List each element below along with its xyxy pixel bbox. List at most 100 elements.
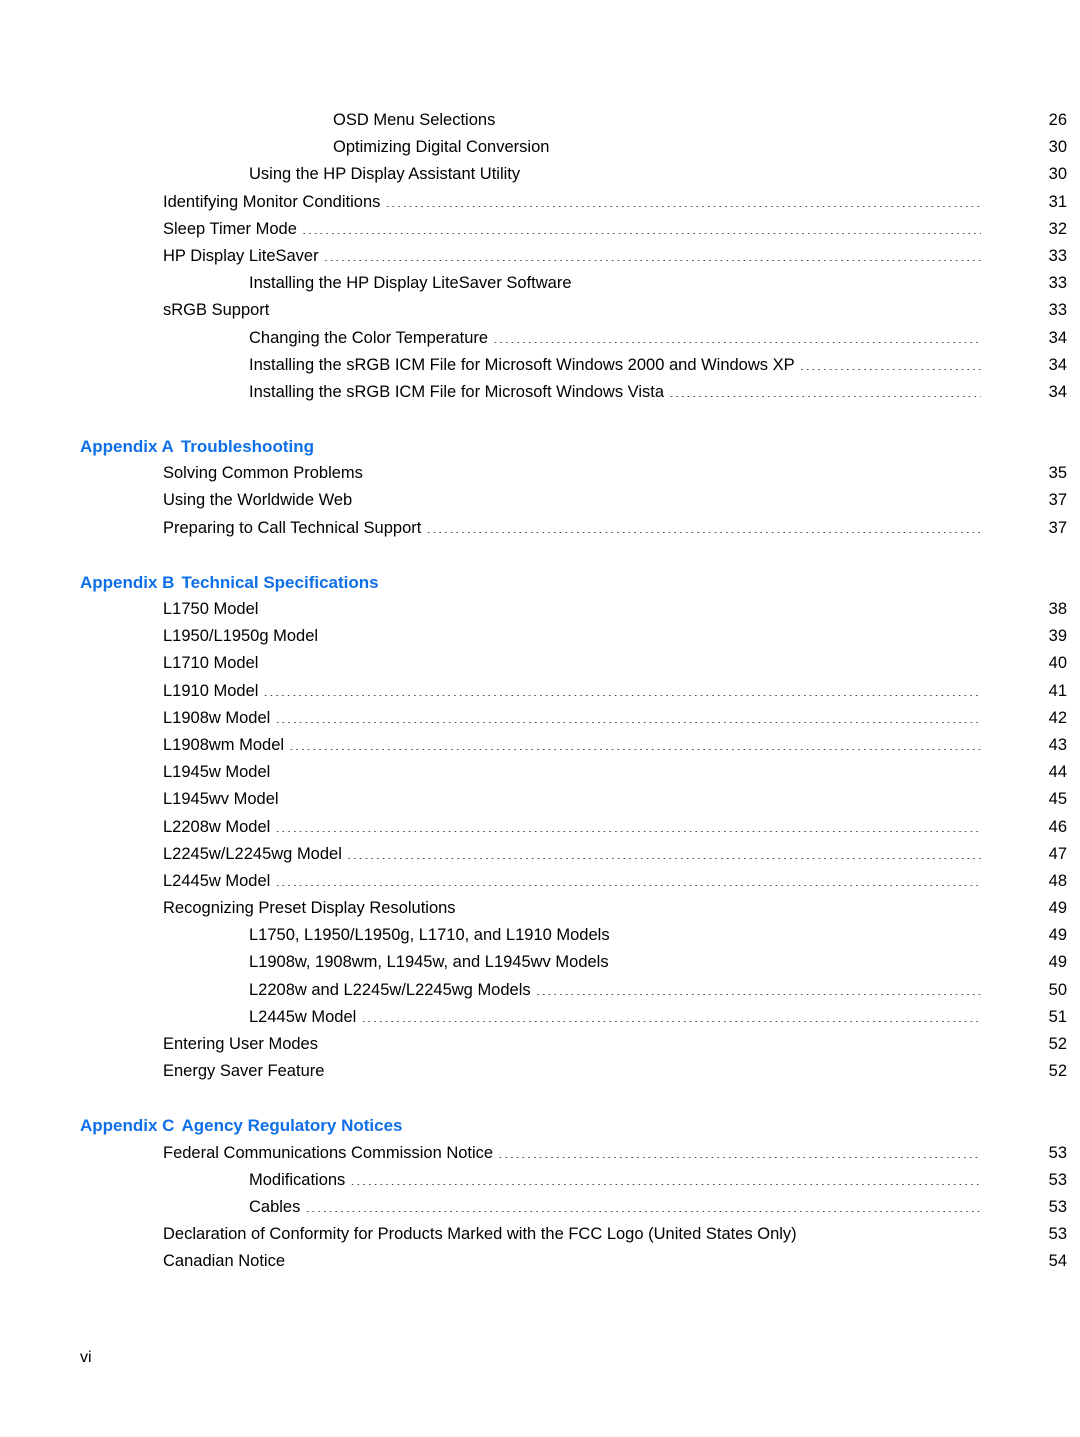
toc-entry-title: Entering User Modes	[163, 1035, 318, 1053]
toc-entry[interactable]: L1910 Model 41	[0, 678, 1080, 705]
toc-entry-title: HP Display LiteSaver	[163, 246, 319, 265]
toc-entry[interactable]: Installing the HP Display LiteSaver Soft…	[0, 270, 1080, 297]
toc-leader-dots	[493, 326, 981, 343]
toc-leader-dots	[385, 190, 981, 207]
toc-entry[interactable]: OSD Menu Selections 26	[0, 107, 1080, 134]
toc-leader-dots	[329, 1060, 981, 1077]
toc-entry-title: Canadian Notice	[163, 1252, 285, 1271]
toc-entry[interactable]: L1945wv Model 45	[0, 786, 1080, 813]
toc-entry[interactable]: Declaration of Conformity for Products M…	[0, 1221, 1080, 1248]
toc-entry-page-number: 37	[1048, 491, 1067, 510]
appendix-label: Appendix B	[80, 572, 175, 592]
toc-entry-page-number: 34	[1048, 328, 1067, 347]
toc-entry-title: L1750, L1950/L1950g, L1710, and L1910 Mo…	[249, 926, 610, 945]
toc-entry-page-number: 52	[1048, 1062, 1067, 1081]
appendix-heading: Appendix C Agency Regulatory Notices	[0, 1112, 1080, 1139]
toc-entry[interactable]: Entering User Modes 52	[0, 1031, 1080, 1058]
toc-entry[interactable]: Using the HP Display Assistant Utility 30	[0, 161, 1080, 188]
toc-entry-title: L1908wm Model	[163, 735, 285, 754]
toc-entry[interactable]: L1945w Model 44	[0, 759, 1080, 786]
toc-entry[interactable]: Sleep Timer Mode 32	[0, 216, 1080, 243]
toc-entry-title: Installing the sRGB ICM File for Microso…	[249, 382, 665, 401]
toc-entry[interactable]: Optimizing Digital Conversion 30	[0, 134, 1080, 161]
toc-entry-page-number: 54	[1048, 1252, 1067, 1271]
toc-entry[interactable]: sRGB Support 33	[0, 297, 1080, 324]
toc-leader-dots	[347, 842, 981, 859]
toc-entry[interactable]: L1950/L1950g Model 39	[0, 623, 1080, 650]
toc-entry[interactable]: Preparing to Call Technical Support 37	[0, 515, 1080, 542]
toc-entry-title: L1908w Model	[163, 708, 271, 727]
toc-entry-page-number: 37	[1048, 518, 1067, 537]
toc-entry-page-number: 44	[1048, 763, 1067, 782]
toc-entry[interactable]: L1750, L1950/L1950g, L1710, and L1910 Mo…	[0, 922, 1080, 949]
toc-leader-dots	[305, 1195, 981, 1212]
toc-entry[interactable]: L1908w Model 42	[0, 705, 1080, 732]
appendix-label: Appendix C	[80, 1116, 175, 1136]
toc-entry[interactable]: L1908wm Model 43	[0, 732, 1080, 759]
toc-leader-dots	[275, 761, 981, 778]
toc-entry[interactable]: Canadian Notice 54	[0, 1248, 1080, 1275]
toc-entry[interactable]: Using the Worldwide Web 37	[0, 487, 1080, 514]
toc-entry[interactable]: Federal Communications Commission Notice…	[0, 1140, 1080, 1167]
toc-entry-page-number: 34	[1048, 355, 1067, 374]
toc-leader-dots	[263, 679, 981, 696]
toc-entry[interactable]: L2245w/L2245wg Model 47	[0, 841, 1080, 868]
toc-entry[interactable]: L1908w, 1908wm, L1945w, and L1945wv Mode…	[0, 949, 1080, 976]
toc-leader-dots	[323, 625, 981, 642]
toc-entry-title: Installing the sRGB ICM File for Microso…	[249, 355, 795, 374]
toc-entry[interactable]: Installing the sRGB ICM File for Microso…	[0, 379, 1080, 406]
toc-entry-title: Federal Communications Commission Notice	[163, 1143, 494, 1162]
toc-leader-dots	[426, 516, 981, 533]
toc-entry[interactable]: Energy Saver Feature 52	[0, 1058, 1080, 1085]
toc-entry[interactable]: Identifying Monitor Conditions 31	[0, 189, 1080, 216]
toc-entry[interactable]: L1710 Model 40	[0, 650, 1080, 677]
toc-entry[interactable]: L2445w Model 48	[0, 868, 1080, 895]
toc-leader-dots	[274, 299, 981, 316]
toc-entry-page-number: 40	[1048, 654, 1067, 673]
toc-entry-title: Optimizing Digital Conversion	[333, 138, 550, 157]
toc-entry[interactable]: Cables 53	[0, 1194, 1080, 1221]
toc-entry-title: L2445w Model	[163, 871, 271, 890]
toc-entry-title: Using the HP Display Assistant Utility	[249, 165, 521, 184]
toc-entry[interactable]: L2208w and L2245w/L2245wg Models 50	[0, 977, 1080, 1004]
toc-entry-title: Modifications	[249, 1170, 346, 1189]
toc-entry[interactable]: Installing the sRGB ICM File for Microso…	[0, 352, 1080, 379]
toc-entry-page-number: 50	[1048, 980, 1067, 999]
toc-entry-page-number: 31	[1048, 192, 1067, 211]
toc-entry[interactable]: Recognizing Preset Display Resolutions 49	[0, 895, 1080, 922]
toc-leader-dots	[284, 788, 981, 805]
toc-entry[interactable]: Changing the Color Temperature 34	[0, 325, 1080, 352]
toc-entry-title: L1710 Model	[163, 654, 259, 673]
toc-entry-title: L1910 Model	[163, 681, 259, 700]
toc-entry[interactable]: Modifications 53	[0, 1167, 1080, 1194]
toc-entry-title: Installing the HP Display LiteSaver Soft…	[249, 274, 572, 293]
toc-entry-page-number: 48	[1048, 871, 1067, 890]
toc-leader-dots	[614, 951, 981, 968]
toc-entry[interactable]: L2445w Model 51	[0, 1004, 1080, 1031]
toc-leader-dots	[500, 109, 981, 126]
toc-entry-title: Energy Saver Feature	[163, 1062, 325, 1081]
toc-entry[interactable]: L2208w Model 46	[0, 814, 1080, 841]
toc-entry[interactable]: L1750 Model 38	[0, 596, 1080, 623]
toc-entry-title: Using the Worldwide Web	[163, 491, 353, 510]
toc-leader-dots	[275, 706, 981, 723]
toc-entry-title: Solving Common Problems	[163, 464, 363, 483]
appendix-label: Appendix A	[80, 437, 174, 457]
toc-entry-title: Changing the Color Temperature	[249, 328, 489, 347]
toc-entry-title: L2445w Model	[249, 1007, 357, 1026]
toc-leader-dots	[361, 1005, 981, 1022]
toc-leader-dots	[263, 652, 981, 669]
toc-leader-dots	[525, 163, 981, 180]
toc-entry[interactable]: HP Display LiteSaver 33	[0, 243, 1080, 270]
toc-entry-page-number: 51	[1048, 1007, 1067, 1026]
toc-leader-dots	[357, 489, 981, 506]
toc-entry-title: OSD Menu Selections	[333, 111, 496, 129]
toc-entry[interactable]: Solving Common Problems 35	[0, 460, 1080, 487]
toc-entry-title: L2245w/L2245wg Model	[163, 844, 342, 863]
toc-leader-dots	[263, 598, 981, 615]
toc-entry-page-number: 52	[1048, 1035, 1067, 1053]
toc-leader-dots	[275, 869, 981, 886]
toc-leader-dots	[615, 924, 981, 941]
toc-entry-page-number: 33	[1048, 301, 1067, 320]
toc-entry-title: L2208w and L2245w/L2245wg Models	[249, 980, 531, 999]
